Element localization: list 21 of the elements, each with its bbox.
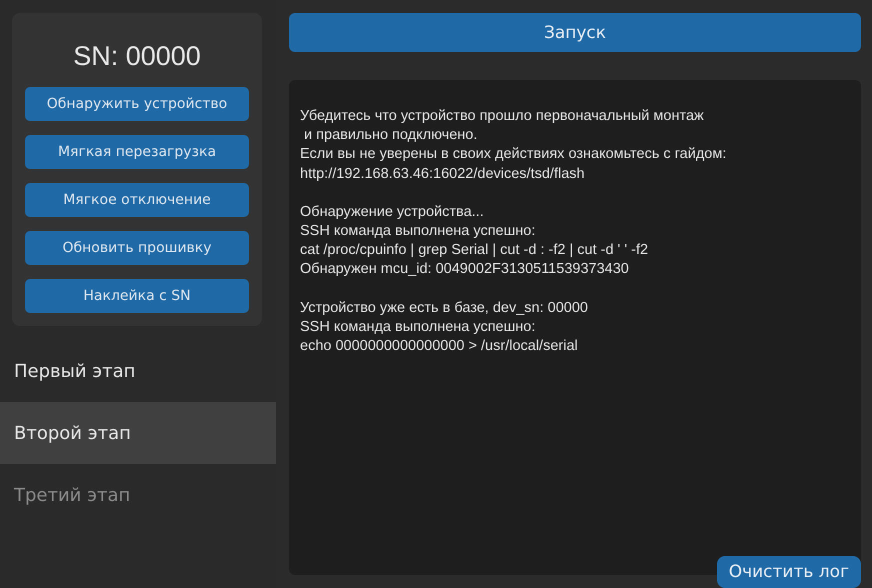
action-button[interactable]: Обнаружить устройство: [25, 87, 249, 121]
stage-item[interactable]: Второй этап: [0, 402, 276, 464]
log-line: http://192.168.63.46:16022/devices/tsd/flash: [300, 164, 586, 184]
action-button[interactable]: Мягкая перезагрузка: [25, 135, 249, 169]
stage-item[interactable]: Первый этап: [0, 340, 276, 402]
log-line: Если вы не уверены в своих действиях ознакомьтесь с гайдом:: [300, 145, 728, 164]
log-line: SSH команда выполнена успешно:: [300, 222, 536, 242]
log-line: echo 0000000000000000 > /usr/local/serial: [300, 337, 579, 356]
log-line: SSH команда выполнена успешно:: [300, 318, 536, 337]
log-line: cat /proc/cpuinfo | grep Serial | cut -d : -f2 | cut -d ' ' -f2: [300, 241, 650, 260]
action-button[interactable]: Мягкое отключение: [25, 183, 249, 217]
log-line: Устройство уже есть в базе, dev_sn: 00000: [300, 298, 589, 318]
serial-number: SN: 00000: [72, 40, 202, 73]
log-line: Убедитесь что устройство прошло первоначальный монтаж: [300, 107, 705, 126]
log-line: и правильно подключено.: [303, 126, 478, 146]
action-button[interactable]: Обновить прошивку: [25, 231, 249, 265]
log-line: Обнаружение устройства...: [300, 202, 485, 222]
run-button[interactable]: Запуск: [289, 13, 861, 52]
action-button[interactable]: Наклейка с SN: [25, 279, 249, 313]
clear-log-button[interactable]: Очистить лог: [716, 556, 861, 588]
log-line: Обнаружен mcu_id: 0049002F3130511539373430: [300, 260, 630, 280]
